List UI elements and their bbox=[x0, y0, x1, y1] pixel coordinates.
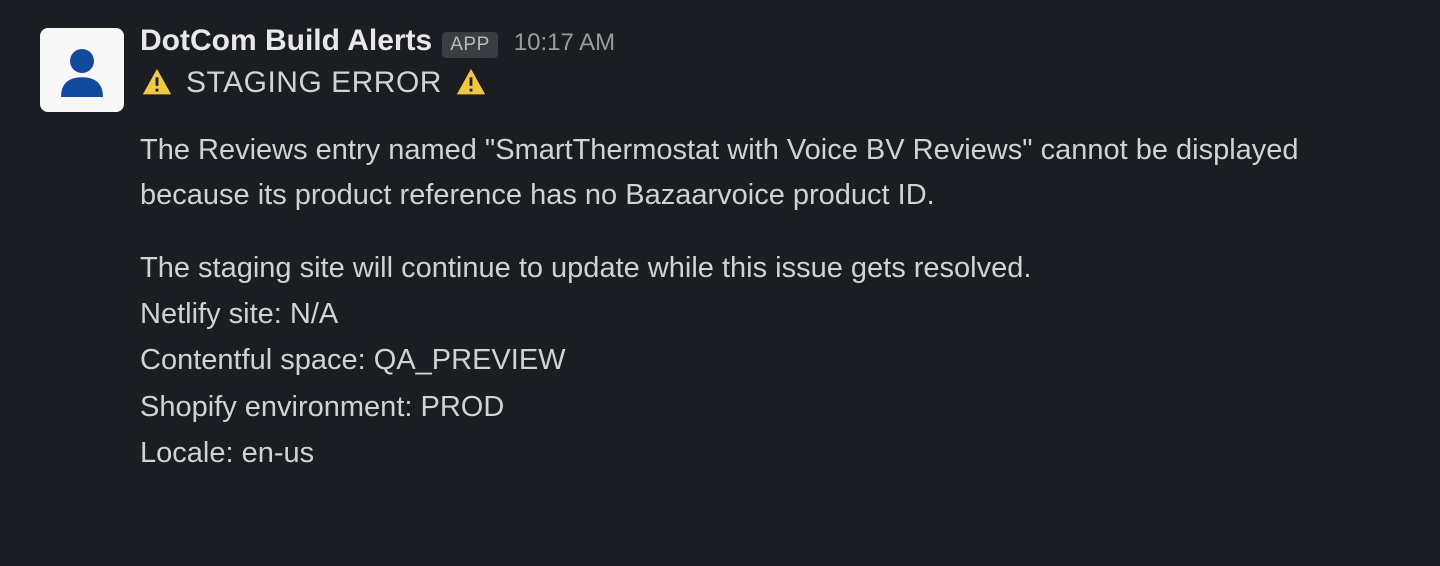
message-body: The Reviews entry named "SmartThermostat… bbox=[140, 128, 1400, 291]
warning-icon bbox=[140, 66, 174, 100]
status-text: STAGING ERROR bbox=[186, 66, 442, 100]
meta-value: PROD bbox=[421, 391, 505, 423]
error-description: The Reviews entry named "SmartThermostat… bbox=[140, 128, 1400, 218]
meta-label: Netlify site: bbox=[140, 298, 282, 330]
meta-label: Locale: bbox=[140, 437, 234, 469]
meta-shopify: Shopify environment: PROD bbox=[140, 384, 1400, 430]
meta-label: Shopify environment: bbox=[140, 391, 412, 423]
meta-label: Contentful space: bbox=[140, 344, 366, 376]
slack-message: DotCom Build Alerts APP 10:17 AM STAGING… bbox=[40, 24, 1400, 476]
warning-icon bbox=[454, 66, 488, 100]
message-header: DotCom Build Alerts APP 10:17 AM bbox=[140, 24, 1400, 58]
meta-value: en-us bbox=[242, 437, 315, 469]
person-icon bbox=[52, 40, 112, 100]
meta-contentful: Contentful space: QA_PREVIEW bbox=[140, 337, 1400, 383]
meta-locale: Locale: en-us bbox=[140, 430, 1400, 476]
meta-value: N/A bbox=[290, 298, 338, 330]
meta-block: Netlify site: N/A Contentful space: QA_P… bbox=[140, 291, 1400, 477]
status-line: STAGING ERROR bbox=[140, 66, 1400, 100]
message-author[interactable]: DotCom Build Alerts bbox=[140, 24, 432, 58]
message-timestamp[interactable]: 10:17 AM bbox=[514, 29, 615, 57]
continuation-note: The staging site will continue to update… bbox=[140, 246, 1400, 291]
meta-netlify: Netlify site: N/A bbox=[140, 291, 1400, 337]
meta-value: QA_PREVIEW bbox=[374, 344, 566, 376]
app-badge: APP bbox=[442, 32, 498, 58]
avatar[interactable] bbox=[40, 28, 124, 112]
message-content: DotCom Build Alerts APP 10:17 AM STAGING… bbox=[140, 24, 1400, 476]
